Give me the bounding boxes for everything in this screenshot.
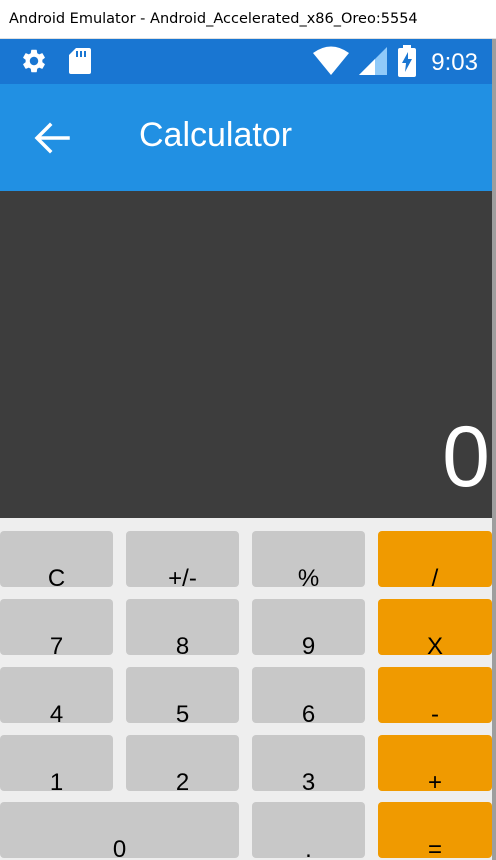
emulator-window: Android Emulator - Android_Accelerated_x… [0,0,496,860]
window-right-edge [492,39,496,860]
percent-button[interactable]: % [252,531,365,587]
key-label: . [305,836,312,859]
key-label: = [427,836,442,859]
calculator-display: 0 [0,191,492,518]
gear-icon [20,47,48,79]
page-title: Calculator [139,116,293,154]
window-titlebar: Android Emulator - Android_Accelerated_x… [0,0,496,39]
digit-6-button[interactable]: 6 [252,667,365,723]
key-label: 4 [49,701,64,724]
key-label: X [426,633,443,656]
digit-4-button[interactable]: 4 [0,667,113,723]
window-title: Android Emulator - Android_Accelerated_x… [9,11,418,27]
key-label: 1 [49,769,64,792]
multiply-button[interactable]: X [378,599,492,655]
key-label: 5 [175,701,190,724]
divide-button[interactable]: / [378,531,492,587]
digit-7-button[interactable]: 7 [0,599,113,655]
key-label: + [427,769,442,792]
key-label: - [431,701,439,724]
digit-9-button[interactable]: 9 [252,599,365,655]
key-label: 6 [301,701,316,724]
arrow-back-icon [32,122,72,160]
digit-2-button[interactable]: 2 [126,735,239,791]
key-label: / [431,565,439,588]
toggle-sign-button[interactable]: +/- [126,531,239,587]
keypad: C +/- % / 7 8 9 X 4 5 6 - 1 2 3 + 0 . = [0,518,492,860]
battery-charging-icon [397,45,417,81]
equals-button[interactable]: = [378,802,492,858]
cell-signal-icon [359,47,388,79]
clear-button[interactable]: C [0,531,113,587]
digit-8-button[interactable]: 8 [126,599,239,655]
android-status-bar: 9:03 [0,39,492,84]
status-clock: 9:03 [431,49,478,76]
display-value: 0 [442,409,490,505]
key-label: C [47,565,66,588]
wifi-icon [313,46,350,80]
key-label: % [297,565,320,588]
sd-card-icon [68,47,92,79]
subtract-button[interactable]: - [378,667,492,723]
key-label: 7 [49,633,64,656]
key-label: +/- [168,565,197,588]
add-button[interactable]: + [378,735,492,791]
key-label: 9 [301,633,316,656]
key-label: 3 [301,769,316,792]
key-label: 8 [175,633,190,656]
decimal-button[interactable]: . [252,802,365,858]
key-label: 0 [112,836,127,859]
app-bar: Calculator [0,84,492,191]
digit-3-button[interactable]: 3 [252,735,365,791]
back-button[interactable] [32,120,72,156]
digit-0-button[interactable]: 0 [0,802,239,858]
digit-1-button[interactable]: 1 [0,735,113,791]
key-label: 2 [175,769,190,792]
digit-5-button[interactable]: 5 [126,667,239,723]
